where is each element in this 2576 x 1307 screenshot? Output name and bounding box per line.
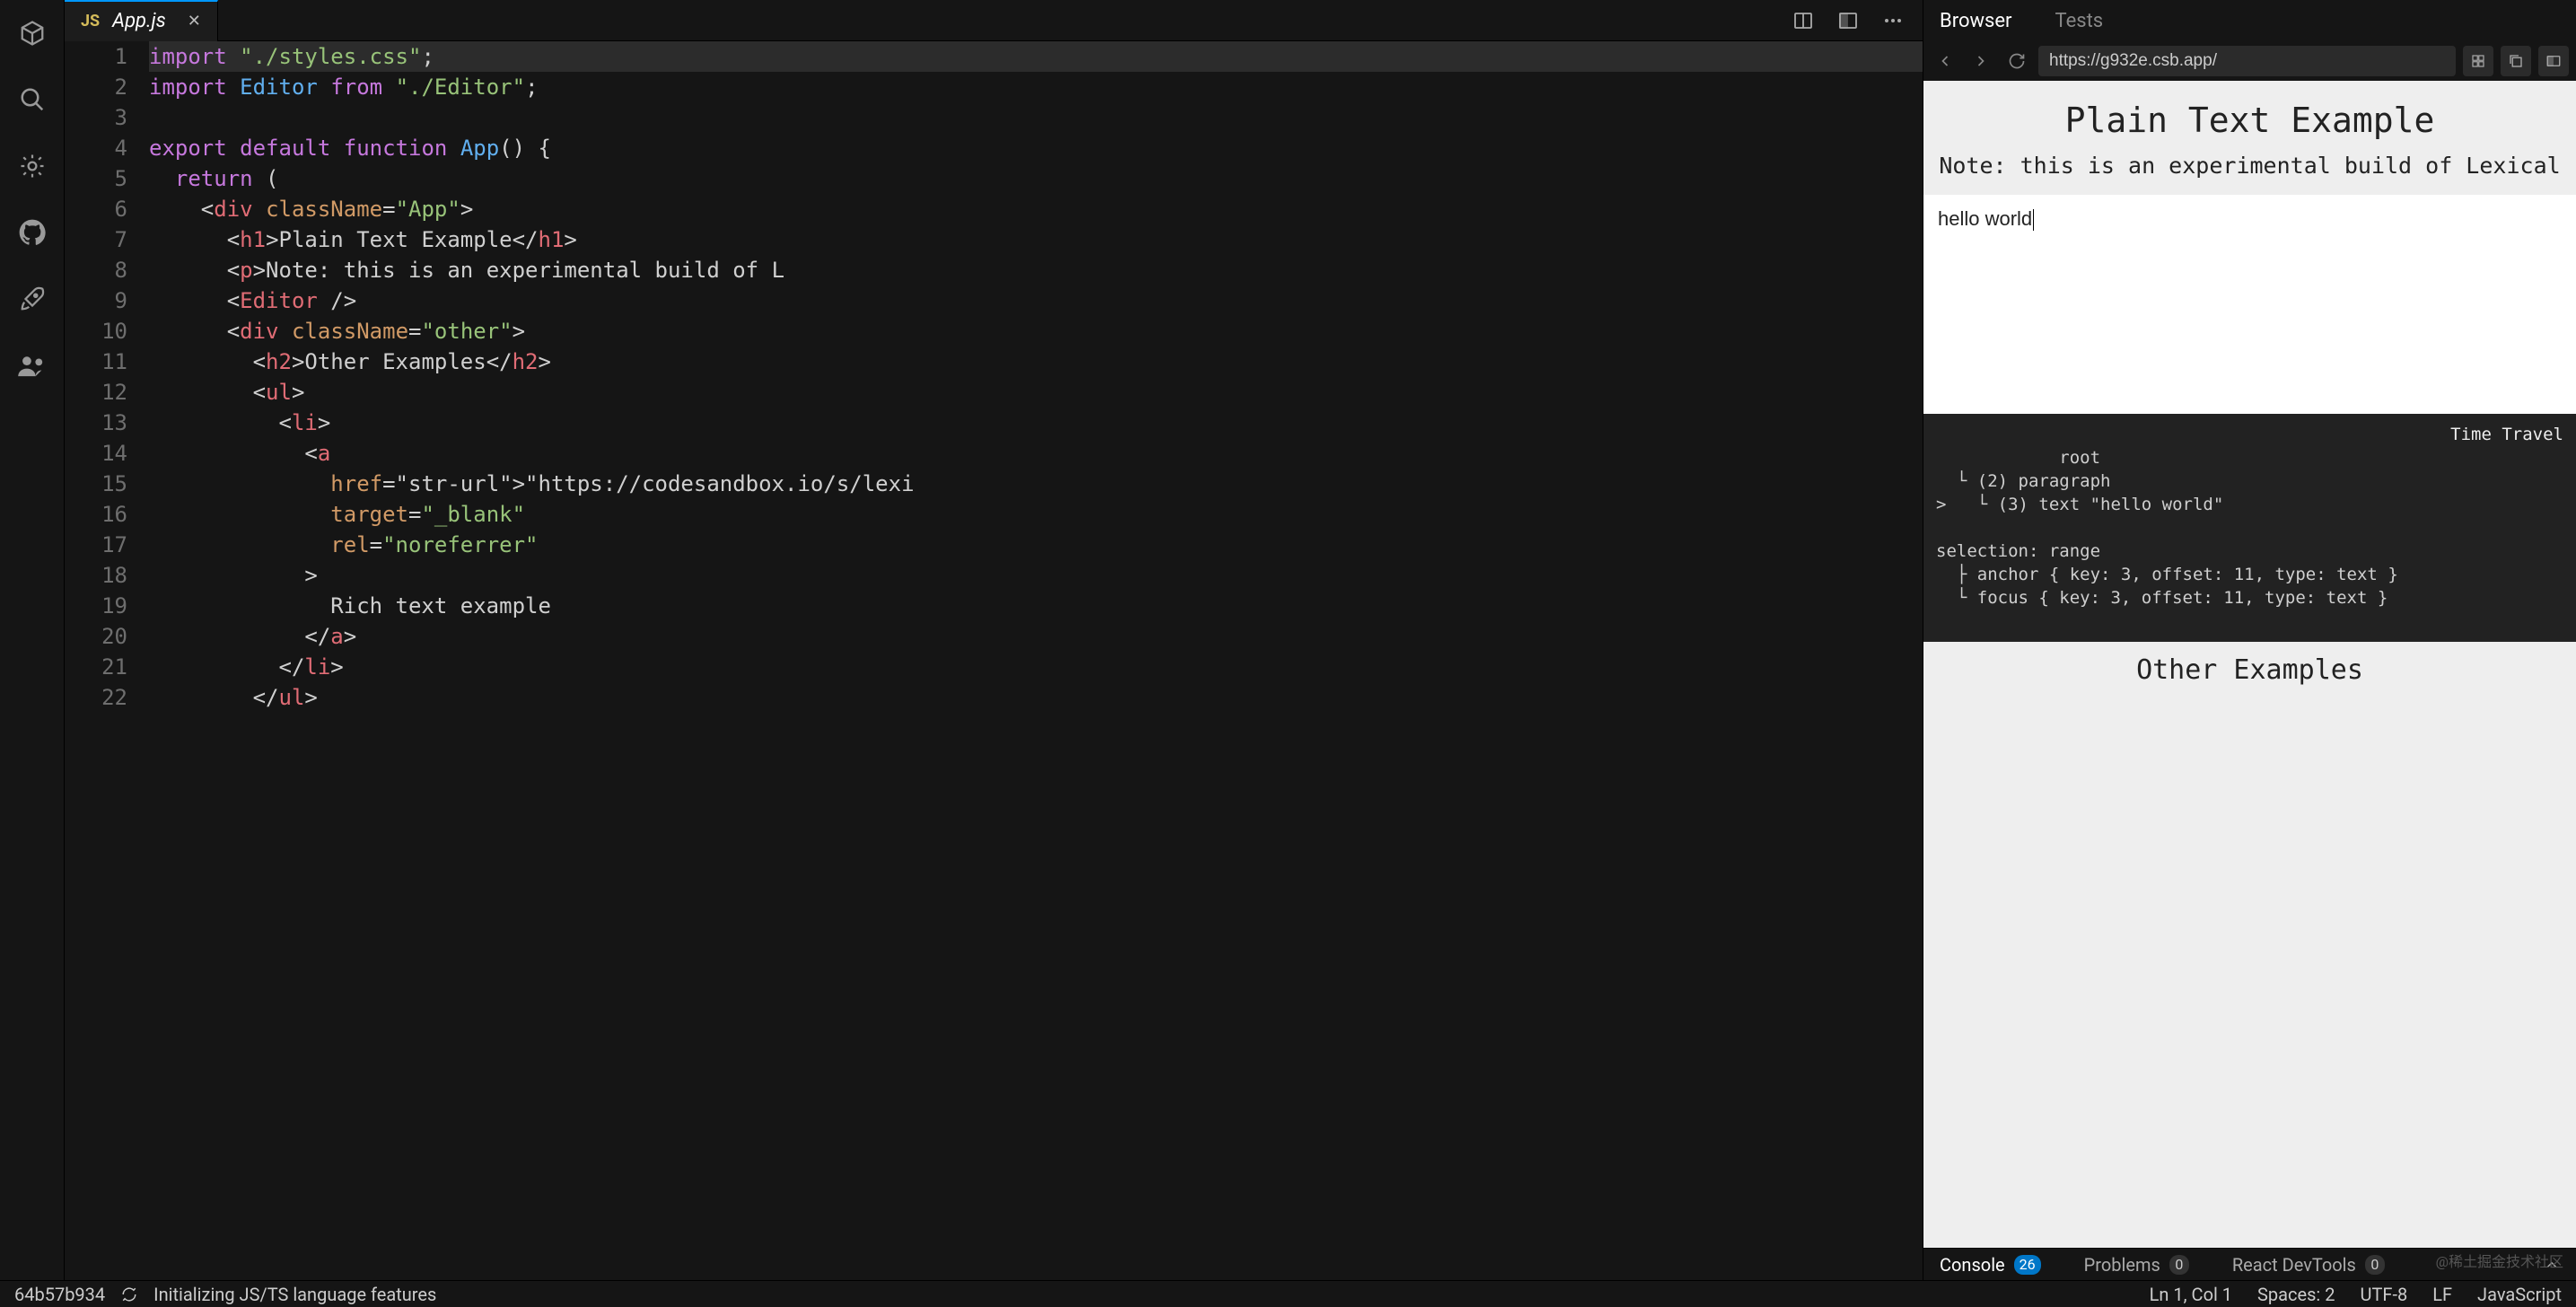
codesandbox-icon[interactable]: [2463, 46, 2493, 76]
back-icon[interactable]: [1931, 47, 1959, 75]
js-badge: JS: [81, 12, 100, 31]
team-icon[interactable]: [17, 350, 48, 381]
init-status: Initializing JS/TS language features: [153, 1284, 436, 1305]
tab-browser[interactable]: Browser: [1940, 10, 2012, 41]
problems-count-badge: 0: [2169, 1255, 2189, 1275]
code-content[interactable]: import "./styles.css";import Editor from…: [149, 41, 1923, 1280]
browser-toolbar: [1923, 41, 2576, 81]
split-editor-icon[interactable]: [1792, 9, 1815, 32]
close-icon[interactable]: ✕: [188, 12, 201, 31]
editor-tabs: JS App.js ✕: [65, 0, 1923, 41]
other-examples-heading: Other Examples: [1923, 642, 2576, 689]
text-cursor: [2033, 209, 2034, 231]
open-window-icon[interactable]: [2501, 46, 2531, 76]
page-title: Plain Text Example: [2065, 101, 2435, 140]
tree-view: Time Travel root └ (2) paragraph > └ (3) …: [1923, 414, 2576, 642]
editor-panel: JS App.js ✕ 1234567891011121314151617181…: [65, 0, 1923, 1280]
encoding[interactable]: UTF-8: [2360, 1284, 2407, 1305]
tab-filename: App.js: [112, 10, 166, 32]
tree-text: root └ (2) paragraph > └ (3) text "hello…: [1936, 448, 2398, 608]
time-travel-button[interactable]: Time Travel: [2450, 423, 2563, 446]
tab-react-devtools[interactable]: React DevTools 0: [2232, 1254, 2385, 1276]
editor-text: hello world: [1938, 207, 2032, 230]
tab-tests[interactable]: Tests: [2055, 10, 2104, 41]
eol[interactable]: LF: [2432, 1284, 2452, 1305]
line-gutter: 12345678910111213141516171819202122: [65, 41, 149, 1280]
github-icon[interactable]: [17, 217, 48, 248]
lexical-editor[interactable]: hello world: [1923, 195, 2576, 414]
more-icon[interactable]: [1881, 9, 1905, 32]
status-bar: 64b57b934 Initializing JS/TS language fe…: [0, 1280, 2576, 1307]
new-tab-icon[interactable]: [2538, 46, 2569, 76]
editor-tab-appjs[interactable]: JS App.js ✕: [65, 0, 218, 41]
language-mode[interactable]: JavaScript: [2477, 1284, 2562, 1305]
browser-frame: Plain Text Example Note: this is an expe…: [1923, 81, 2576, 1248]
sync-icon[interactable]: [121, 1286, 137, 1303]
cube-icon[interactable]: [17, 18, 48, 48]
layout-icon[interactable]: [1836, 9, 1860, 32]
code-editor[interactable]: 12345678910111213141516171819202122 impo…: [65, 41, 1923, 1280]
indent-setting[interactable]: Spaces: 2: [2257, 1284, 2335, 1305]
tab-console[interactable]: Console 26: [1940, 1254, 2041, 1276]
search-icon[interactable]: [17, 84, 48, 115]
tab-problems[interactable]: Problems 0: [2084, 1254, 2189, 1276]
gear-icon[interactable]: [17, 151, 48, 181]
activity-bar: [0, 0, 65, 1280]
url-input[interactable]: [2038, 46, 2456, 76]
watermark: @稀土掘金技术社区: [2436, 1250, 2563, 1271]
preview-panel: Browser Tests Plain Text Example Note: t…: [1923, 0, 2576, 1280]
rocket-icon[interactable]: [17, 284, 48, 314]
git-commit[interactable]: 64b57b934: [14, 1284, 105, 1305]
forward-icon[interactable]: [1967, 47, 1995, 75]
reload-icon[interactable]: [2002, 47, 2031, 75]
preview-tabs: Browser Tests: [1923, 0, 2576, 41]
console-count-badge: 26: [2014, 1255, 2041, 1275]
react-count-badge: 0: [2365, 1255, 2385, 1275]
page-note: Note: this is an experimental build of L…: [1939, 153, 2560, 179]
cursor-position[interactable]: Ln 1, Col 1: [2150, 1284, 2232, 1305]
